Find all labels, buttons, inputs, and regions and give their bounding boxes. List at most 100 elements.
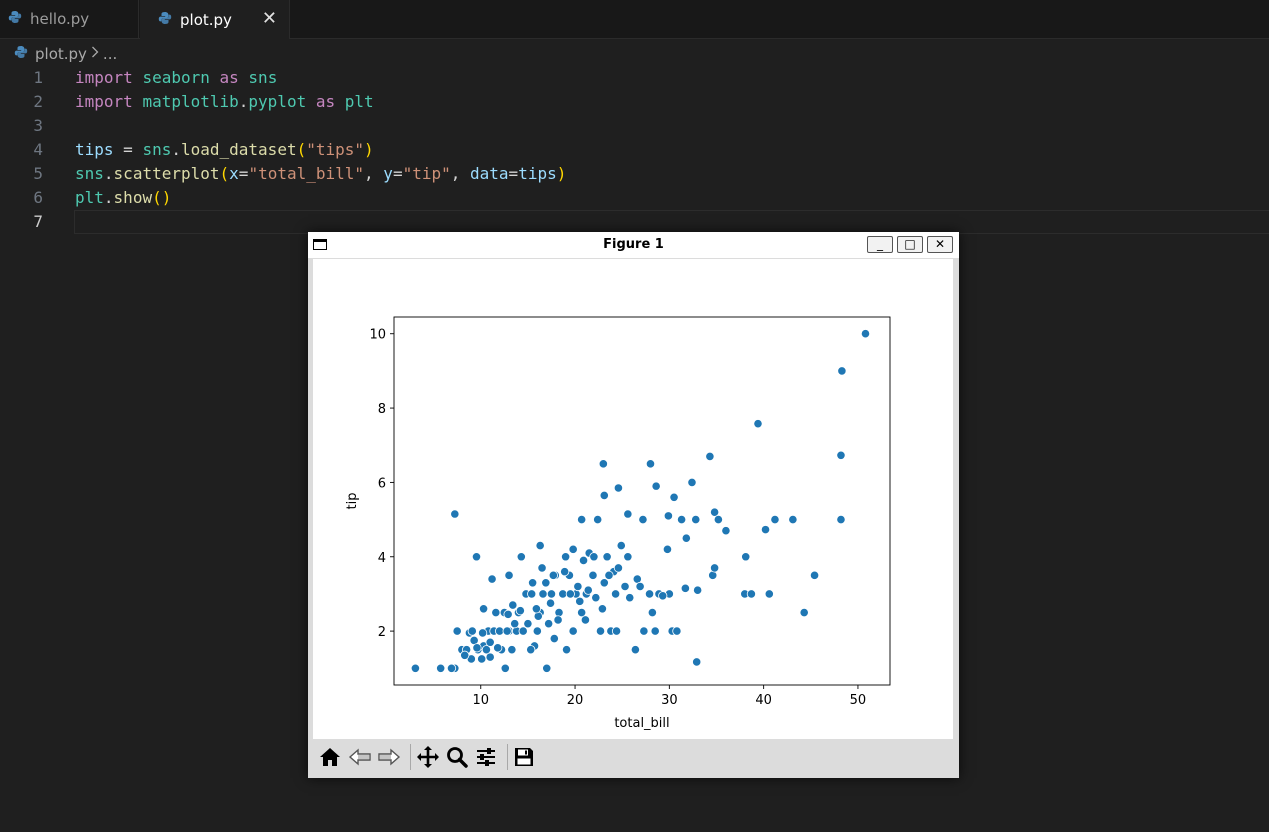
data-point xyxy=(623,509,633,519)
token: ) xyxy=(161,188,172,207)
data-point xyxy=(583,585,593,595)
line-number: 2 xyxy=(33,92,43,111)
code-line: 4 tips = sns.load_dataset("tips") xyxy=(0,138,1269,162)
data-point xyxy=(692,657,702,667)
figure-window: Figure 1 _ □ ✕ 10 20 30 40 50 2 4 6 8 10 total_b… xyxy=(308,232,959,778)
forward-icon[interactable] xyxy=(376,744,402,770)
x-tick-label: 40 xyxy=(755,693,772,708)
data-point xyxy=(580,615,591,625)
toolbar-separator xyxy=(507,744,508,770)
code-line: 6 plt.show() xyxy=(0,186,1269,210)
data-point xyxy=(708,570,718,580)
token: data xyxy=(470,164,509,183)
data-point xyxy=(573,581,583,592)
close-window-button[interactable]: ✕ xyxy=(927,236,953,253)
data-point xyxy=(410,663,421,673)
code-line: 5 sns.scatterplot(x="total_bill", y="tip… xyxy=(0,162,1269,186)
data-point xyxy=(577,514,587,525)
token: sns xyxy=(248,68,278,87)
code-line: 3 xyxy=(0,114,1269,138)
tab-hello-py[interactable]: hello.py xyxy=(0,0,139,38)
data-point xyxy=(599,490,609,501)
token: ) xyxy=(556,164,567,183)
data-point xyxy=(532,626,542,636)
data-point xyxy=(836,514,846,525)
data-point xyxy=(770,514,780,525)
data-point xyxy=(669,492,679,502)
data-point xyxy=(741,552,751,562)
tab-label: plot.py xyxy=(180,10,232,29)
zoom-icon[interactable] xyxy=(444,744,470,770)
line-number: 6 xyxy=(33,188,43,207)
data-point xyxy=(565,589,575,599)
pan-icon[interactable] xyxy=(415,744,441,770)
data-point xyxy=(677,514,687,525)
data-point xyxy=(616,541,626,551)
token: load_dataset xyxy=(180,140,297,159)
data-point xyxy=(645,459,656,469)
data-point xyxy=(809,570,820,580)
data-point xyxy=(446,663,457,673)
data-point xyxy=(705,451,715,461)
data-point xyxy=(687,477,697,488)
close-tab-icon[interactable]: ✕ xyxy=(262,8,277,29)
code-line: 1 import seaborn as sns xyxy=(0,66,1269,90)
data-point xyxy=(837,366,847,376)
home-icon[interactable] xyxy=(317,744,343,770)
window-titlebar[interactable]: Figure 1 _ □ ✕ xyxy=(308,232,959,258)
data-point xyxy=(523,619,533,629)
breadcrumb-file[interactable]: plot.py xyxy=(35,45,87,63)
data-point xyxy=(561,645,572,655)
tab-bar: hello.py plot.py ✕ xyxy=(0,0,1269,39)
data-point xyxy=(658,591,668,601)
data-point xyxy=(681,533,691,543)
figure-toolbar xyxy=(313,739,953,774)
data-point xyxy=(764,589,774,599)
data-point xyxy=(680,583,690,593)
data-point xyxy=(578,555,589,566)
python-icon xyxy=(14,45,28,63)
data-point xyxy=(558,589,568,599)
token: show xyxy=(113,188,153,207)
data-point xyxy=(518,626,528,636)
data-point xyxy=(493,643,503,653)
token: sns xyxy=(75,164,104,183)
x-tick-label: 10 xyxy=(472,693,489,708)
back-icon[interactable] xyxy=(347,744,373,770)
configure-icon[interactable] xyxy=(473,744,499,770)
data-point xyxy=(836,450,846,460)
maximize-button[interactable]: □ xyxy=(897,236,923,253)
y-tick-label: 10 xyxy=(369,328,386,343)
token: x xyxy=(229,164,239,183)
data-point xyxy=(662,544,673,554)
token: ( xyxy=(152,188,162,207)
minimize-button[interactable]: _ xyxy=(867,236,893,253)
data-point xyxy=(516,552,526,562)
data-point xyxy=(545,598,556,608)
figure-canvas[interactable]: 10 20 30 40 50 2 4 6 8 10 total_bill tip xyxy=(313,259,953,739)
token: import xyxy=(75,92,133,111)
data-point xyxy=(691,514,701,525)
y-ticks: 2 4 6 8 10 xyxy=(369,328,394,640)
save-icon[interactable] xyxy=(511,744,537,770)
tab-plot-py[interactable]: plot.py ✕ xyxy=(140,0,290,39)
chevron-right-icon xyxy=(91,46,99,62)
token: ) xyxy=(364,140,374,159)
y-tick-label: 4 xyxy=(378,551,386,566)
token: scatterplot xyxy=(113,164,220,183)
token: plt xyxy=(75,188,104,207)
breadcrumb-more[interactable]: ... xyxy=(103,45,117,63)
data-point xyxy=(460,650,470,660)
data-point xyxy=(625,593,635,603)
data-point xyxy=(598,459,608,469)
data-point xyxy=(651,481,661,491)
line-number: 4 xyxy=(33,140,43,159)
data-point xyxy=(568,544,578,554)
y-tick-label: 8 xyxy=(378,402,386,417)
data-point xyxy=(533,611,543,621)
token: = xyxy=(113,140,143,159)
token: y xyxy=(383,164,393,183)
data-point xyxy=(472,643,482,653)
y-tick-label: 2 xyxy=(378,625,386,640)
x-tick-label: 50 xyxy=(850,693,867,708)
